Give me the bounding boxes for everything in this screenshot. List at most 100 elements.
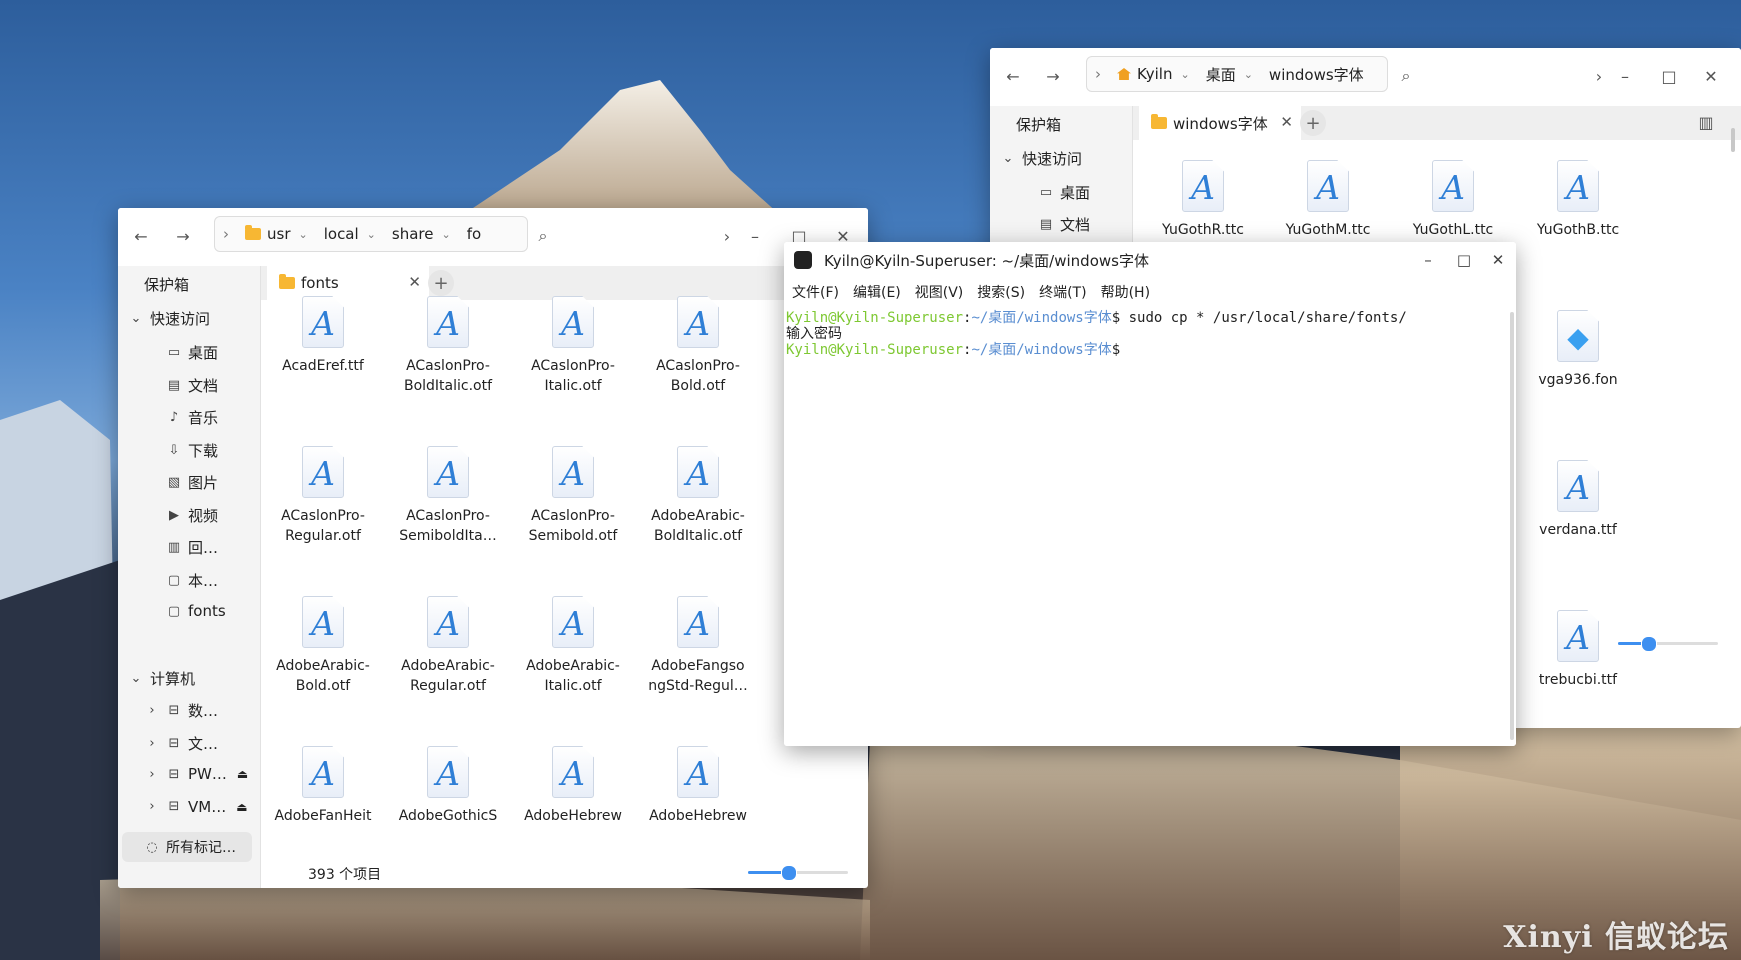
chevron-right-icon[interactable]: › — [714, 222, 740, 250]
sidebar-item[interactable]: ▭ 桌面 — [166, 342, 218, 363]
file-item[interactable]: A AdobeArabic- BoldItalic.otf — [643, 446, 753, 546]
file-item[interactable]: A AdobeArabic- Bold.otf — [268, 596, 378, 696]
maximize-button[interactable]: □ — [1452, 248, 1476, 272]
search-icon[interactable]: ⌕ — [530, 222, 556, 250]
file-item[interactable]: A ACaslonPro- Italic.otf — [518, 296, 628, 396]
minimize-button[interactable]: – — [1416, 248, 1440, 272]
chevron-down-icon[interactable]: ⌄ — [1000, 151, 1016, 166]
new-tab-button[interactable]: + — [1300, 110, 1326, 136]
sidebar-item[interactable]: ▤ 文档 — [166, 375, 218, 396]
tab-fonts[interactable]: fonts ✕ — [267, 266, 429, 300]
menu-item[interactable]: 帮助(H) — [1094, 282, 1157, 302]
scrollbar[interactable] — [1510, 312, 1514, 740]
file-item[interactable]: A AdobeArabic- Italic.otf — [518, 596, 628, 696]
back-arrow-icon[interactable]: ← — [128, 222, 154, 250]
sidebar-item[interactable]: ▶ 视频 — [166, 505, 218, 526]
zoom-slider[interactable] — [1618, 636, 1718, 652]
file-item[interactable]: A ACaslonPro- SemiboldIta… — [393, 446, 503, 546]
file-item[interactable]: A ACaslonPro- Semibold.otf — [518, 446, 628, 546]
file-item[interactable]: Atrebucbi.ttf — [1523, 610, 1633, 690]
eject-icon[interactable]: ⏏ — [236, 800, 247, 814]
tab-windows-fonts[interactable]: windows字体 ✕ — [1139, 106, 1301, 140]
back-arrow-icon[interactable]: ← — [1000, 62, 1026, 90]
sidebar-item[interactable]: ▧ 图片 — [166, 472, 218, 493]
file-item[interactable]: A AdobeHebrew — [643, 746, 753, 826]
sidebar-section-quick-access[interactable]: ⌄ 快速访问 — [128, 308, 210, 329]
file-item[interactable]: A ACaslonPro- Regular.otf — [268, 446, 378, 546]
sidebar-item[interactable]: ▥ 回… — [166, 537, 218, 558]
close-tab-icon[interactable]: ✕ — [1280, 113, 1293, 131]
chevron-right-icon[interactable]: › — [144, 736, 160, 751]
close-button[interactable]: ✕ — [1486, 248, 1510, 272]
close-button[interactable]: ✕ — [1698, 62, 1724, 90]
file-item[interactable]: A AdobeFanHeit — [268, 746, 378, 826]
forward-arrow-icon[interactable]: → — [170, 222, 196, 250]
breadcrumb-item-home[interactable]: Kyiln ⌄ — [1109, 65, 1198, 83]
file-item[interactable]: A YuGothR.ttc — [1148, 160, 1258, 240]
file-item[interactable]: A ACaslonPro- Bold.otf — [643, 296, 753, 396]
breadcrumb-item-usr[interactable]: usr ⌄ — [237, 225, 316, 243]
file-item[interactable]: A YuGothL.ttc — [1398, 160, 1508, 240]
zoom-slider[interactable] — [748, 865, 848, 881]
file-item[interactable]: A AdobeGothicS — [393, 746, 503, 826]
sidebar-item-drive[interactable]: › ⊟ 数… — [144, 700, 218, 721]
sidebar-section-computer[interactable]: ⌄ 计算机 — [128, 668, 195, 689]
minimize-button[interactable]: – — [1612, 62, 1638, 90]
file-item[interactable]: A YuGothB.ttc — [1523, 160, 1633, 240]
chevron-down-icon[interactable]: ⌄ — [128, 311, 144, 326]
chevron-down-icon[interactable]: ⌄ — [441, 228, 450, 241]
chevron-down-icon[interactable]: ⌄ — [128, 671, 144, 686]
file-item[interactable]: ◆ vga936.fon — [1523, 310, 1633, 390]
sidebar-item[interactable]: ▢ 本… — [166, 570, 218, 591]
chevron-down-icon[interactable]: ⌄ — [299, 228, 308, 241]
scrollbar[interactable] — [1731, 128, 1735, 152]
chevron-right-icon[interactable]: › — [144, 799, 160, 814]
sidebar-item[interactable]: ▢ fonts — [166, 602, 226, 620]
sidebar-section-quick-access[interactable]: ⌄ 快速访问 — [1000, 148, 1082, 169]
file-item[interactable]: A AdobeFangso ngStd-Regul… — [643, 596, 753, 696]
zoom-slider-knob[interactable] — [1641, 636, 1657, 652]
sidebar-item-vault[interactable]: 保护箱 — [144, 274, 189, 295]
menu-item[interactable]: 终端(T) — [1032, 282, 1093, 302]
breadcrumb-item-local[interactable]: local ⌄ — [316, 225, 384, 243]
chevron-down-icon[interactable]: ⌄ — [1180, 68, 1189, 81]
sidebar-item-documents[interactable]: ▤ 文档 — [1038, 214, 1090, 235]
breadcrumb-item-desktop[interactable]: 桌面 ⌄ — [1198, 64, 1261, 85]
terminal-output[interactable]: Kyiln@Kyiln-Superuser:~/桌面/windows字体$ su… — [784, 306, 1516, 746]
maximize-button[interactable]: □ — [1656, 62, 1682, 90]
chevron-right-icon[interactable]: › — [144, 767, 160, 782]
all-tags-button[interactable]: ◌ 所有标记… — [122, 832, 252, 862]
chevron-down-icon[interactable]: ⌄ — [367, 228, 376, 241]
zoom-slider-knob[interactable] — [781, 865, 797, 881]
chevron-right-icon[interactable]: › — [1586, 62, 1612, 90]
file-item[interactable]: A AcadEref.ttf — [268, 296, 378, 376]
menu-item[interactable]: 搜索(S) — [970, 282, 1032, 302]
breadcrumb-expand-icon[interactable]: › — [215, 225, 237, 243]
chevron-down-icon[interactable]: ⌄ — [1244, 68, 1253, 81]
sidebar-item-desktop[interactable]: ▭ 桌面 — [1038, 182, 1090, 203]
menu-item[interactable]: 编辑(E) — [846, 282, 908, 302]
file-item[interactable]: A YuGothM.ttc — [1273, 160, 1383, 240]
new-tab-button[interactable]: + — [428, 270, 454, 296]
sidebar-item-drive[interactable]: › ⊟ VM… ⏏ — [144, 798, 247, 816]
file-item[interactable]: Averdana.ttf — [1523, 460, 1633, 540]
eject-icon[interactable]: ⏏ — [237, 767, 248, 781]
sidebar-item[interactable]: ⇩ 下载 — [166, 440, 218, 461]
file-item[interactable]: A AdobeHebrew — [518, 746, 628, 826]
breadcrumb-item-fonts[interactable]: fo — [459, 225, 489, 243]
file-item[interactable]: A AdobeArabic- Regular.otf — [393, 596, 503, 696]
minimize-button[interactable]: – — [742, 222, 768, 250]
chevron-right-icon[interactable]: › — [144, 703, 160, 718]
search-icon[interactable]: ⌕ — [1393, 62, 1419, 90]
forward-arrow-icon[interactable]: → — [1040, 62, 1066, 90]
menu-item[interactable]: 视图(V) — [908, 282, 971, 302]
sidebar-item[interactable]: ♪ 音乐 — [166, 407, 218, 428]
breadcrumb-item-share[interactable]: share ⌄ — [384, 225, 459, 243]
sidebar-item-drive[interactable]: › ⊟ PW… ⏏ — [144, 765, 248, 783]
breadcrumb-item-current[interactable]: windows字体 — [1261, 64, 1372, 85]
file-item[interactable]: A ACaslonPro- BoldItalic.otf — [393, 296, 503, 396]
breadcrumb-expand-icon[interactable]: › — [1087, 65, 1109, 83]
sidebar-item-vault[interactable]: 保护箱 — [1016, 114, 1061, 135]
split-view-icon[interactable]: ▥ — [1693, 108, 1719, 136]
close-tab-icon[interactable]: ✕ — [408, 273, 421, 291]
